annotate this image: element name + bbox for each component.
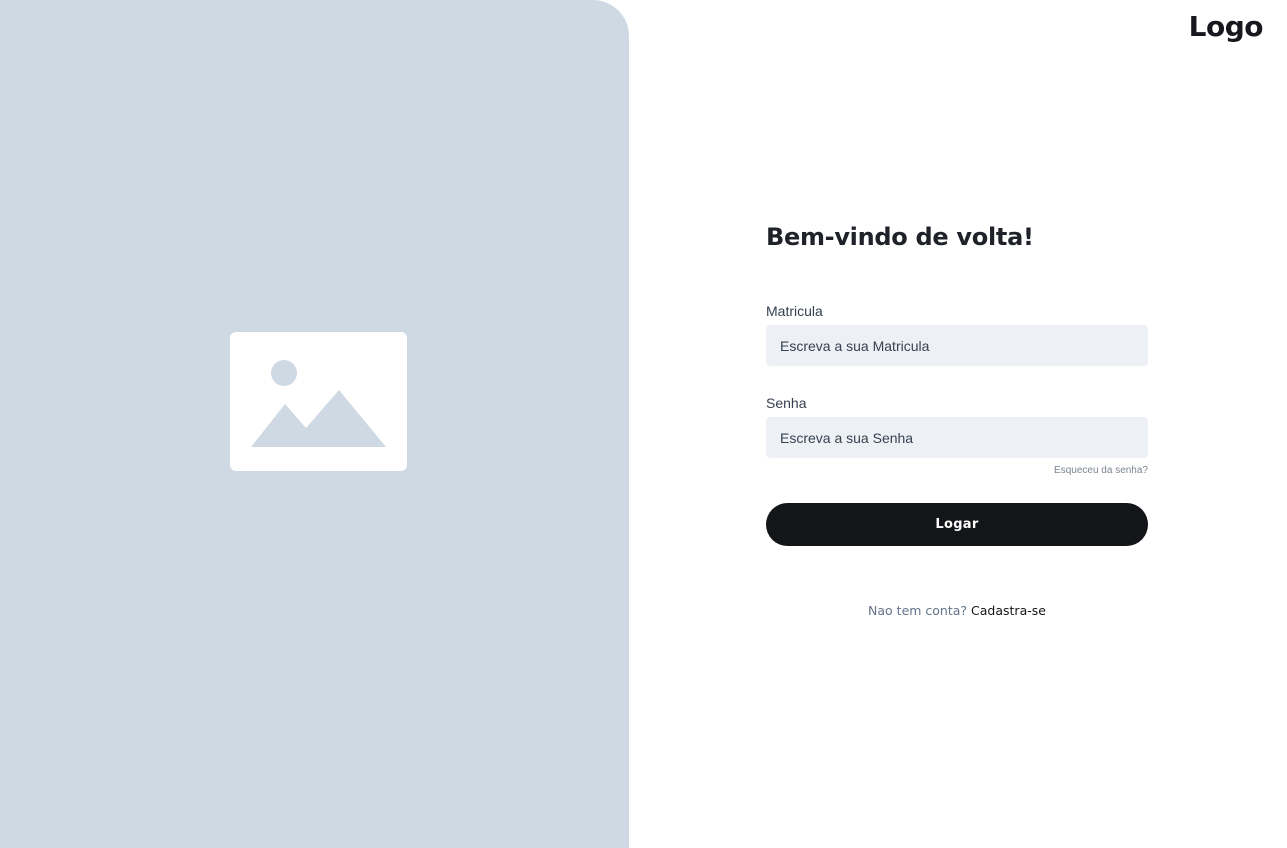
senha-input[interactable] — [766, 417, 1148, 458]
signup-prompt: Nao tem conta? — [868, 603, 968, 618]
login-form: Bem-vindo de volta! Matricula Senha Esqu… — [766, 222, 1148, 620]
login-button[interactable]: Logar — [766, 503, 1148, 546]
matricula-label: Matricula — [766, 303, 823, 319]
logo: Logo — [1188, 10, 1264, 43]
forgot-password-link[interactable]: Esqueceu da senha? — [766, 464, 1148, 478]
matricula-input[interactable] — [766, 325, 1148, 366]
login-page: Logo Bem-vindo de volta! Matricula Senha… — [0, 0, 1287, 848]
image-placeholder-icon — [230, 332, 407, 471]
hero-panel — [0, 0, 629, 848]
signup-link[interactable]: Cadastra-se — [971, 603, 1046, 618]
page-title: Bem-vindo de volta! — [766, 223, 1034, 251]
signup-row: Nao tem conta? Cadastra-se — [766, 602, 1148, 620]
senha-label: Senha — [766, 395, 807, 411]
